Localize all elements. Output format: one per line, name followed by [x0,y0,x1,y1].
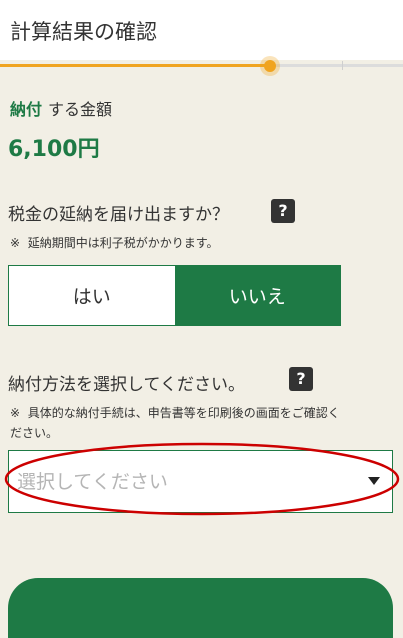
note-mark: ※ [10,406,21,420]
progress-knob [264,60,276,72]
progress-step-marker [342,61,343,70]
amount-label: 納付 する金額 [10,96,112,120]
note-mark: ※ [10,236,21,250]
option-no-button[interactable]: いいえ [174,266,340,325]
payment-method-select[interactable]: 選択してください [8,450,393,513]
deferral-note: ※ 延納期間中は利子税がかかります。 [10,233,219,253]
deferral-note-text: 延納期間中は利子税がかかります。 [27,236,219,250]
deferral-question: 税金の延納を届け出ますか？ [8,205,229,225]
amount-label-rest: する金額 [48,100,113,119]
payment-note: ※ 具体的な納付手続は、申告書等を印刷後の画面をご確認く ださい。 [10,403,340,443]
header: 計算結果の確認 [0,0,403,60]
select-placeholder: 選択してください [17,471,168,493]
page-title: 計算結果の確認 [10,20,157,44]
payment-help-button[interactable]: ? [289,367,313,391]
amount-label-bold: 納付 [10,100,43,119]
option-yes-button[interactable]: はい [9,266,175,325]
amount-value: 6,100円 [8,137,100,162]
progress-fill [0,64,270,67]
dropdown-arrow-icon [368,477,380,485]
deferral-help-button[interactable]: ? [271,199,295,223]
next-button[interactable] [8,578,393,638]
payment-note-line1: 具体的な納付手続は、申告書等を印刷後の画面をご確認く [27,406,340,420]
deferral-toggle: はい いいえ [8,265,341,326]
payment-question: 納付方法を選択してください。 [8,375,245,395]
payment-note-line2: ださい。 [10,426,59,440]
progress-bar [0,56,403,76]
